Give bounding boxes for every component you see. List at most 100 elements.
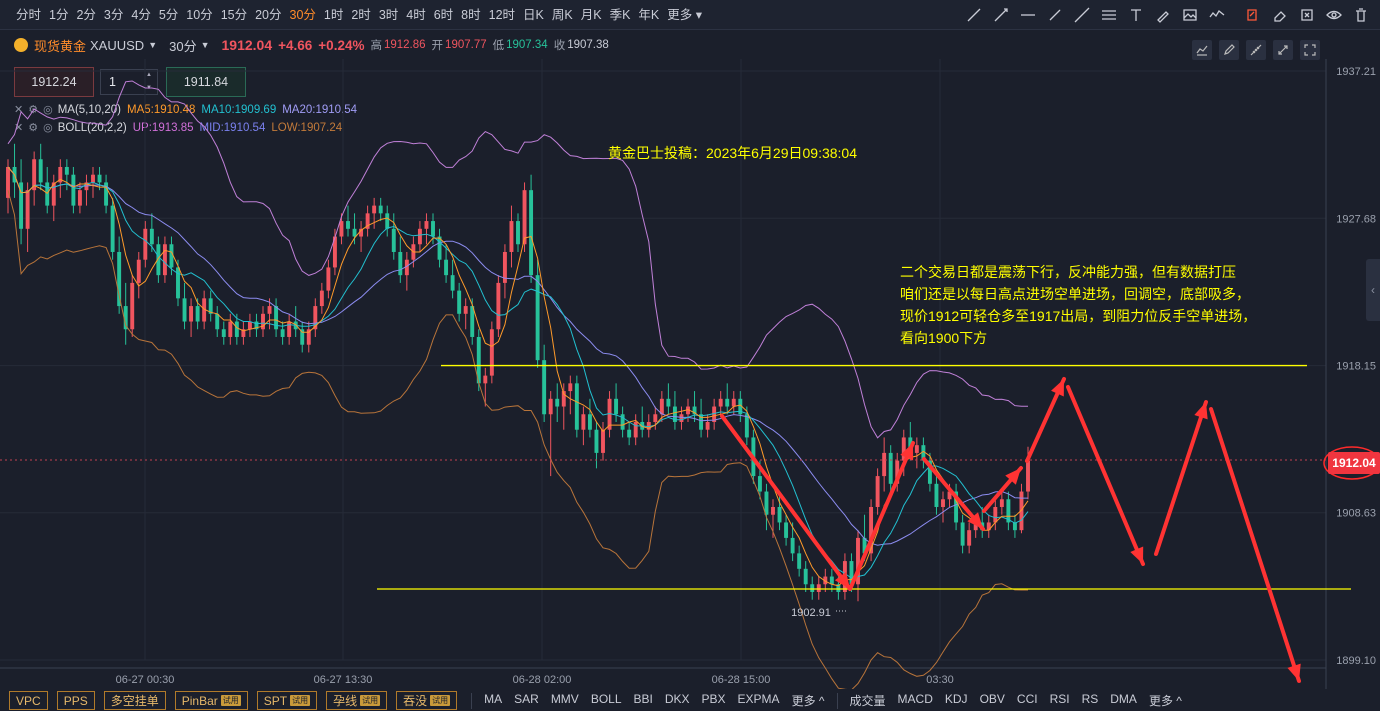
symbol-name[interactable]: 现货黄金 xyxy=(34,36,86,55)
candle-body xyxy=(934,483,939,507)
period-10[interactable]: 1时 xyxy=(320,0,347,30)
period-9[interactable]: 30分 xyxy=(286,0,320,30)
main-indicator-tab-6[interactable]: PBX xyxy=(696,692,732,709)
candle-body xyxy=(581,414,586,430)
candle-body xyxy=(130,282,135,330)
period-3[interactable]: 3分 xyxy=(100,0,127,30)
period-5[interactable]: 5分 xyxy=(155,0,182,30)
main-indicator-tab-8[interactable]: 更多 ^ xyxy=(786,692,831,709)
period-8[interactable]: 20分 xyxy=(251,0,285,30)
period-21[interactable]: 年K xyxy=(634,0,663,30)
period-16[interactable]: 12时 xyxy=(485,0,519,30)
collapse-panel-icon[interactable]: ‹ xyxy=(1366,259,1380,321)
main-indicator-tabs: MA SAR MMV BOLL BBI DKX PBX EXPMA 更多 ^ xyxy=(478,692,830,709)
sub-indicator-tab-8[interactable]: 更多 ^ xyxy=(1143,692,1188,709)
open-value: 1907.77 xyxy=(445,39,487,51)
sub-indicator-tab-5[interactable]: RSI xyxy=(1044,692,1076,709)
visibility-icon[interactable] xyxy=(1323,4,1345,26)
high-label: 高 xyxy=(370,40,382,52)
period-20[interactable]: 季K xyxy=(606,0,635,30)
chart-type-icon[interactable] xyxy=(1192,40,1212,60)
strategy-tab-0[interactable]: VPC xyxy=(9,691,48,710)
segment-icon[interactable] xyxy=(1044,4,1066,26)
period-7[interactable]: 15分 xyxy=(217,0,251,30)
eraser-icon[interactable] xyxy=(1269,4,1291,26)
strategy-tab-6[interactable]: 吞没 试用 xyxy=(396,691,458,710)
period-1[interactable]: 1分 xyxy=(45,0,72,30)
candle-body xyxy=(803,568,808,585)
period-11[interactable]: 2时 xyxy=(347,0,374,30)
edit-icon[interactable] xyxy=(1242,4,1264,26)
main-indicator-tab-0[interactable]: MA xyxy=(478,692,508,709)
candle-body xyxy=(574,383,579,430)
period-19[interactable]: 月K xyxy=(577,0,606,30)
text-icon[interactable] xyxy=(1125,4,1147,26)
horizontal-line-icon[interactable] xyxy=(1017,4,1039,26)
interval-dropdown-icon[interactable]: ▼ xyxy=(201,40,210,50)
candlestick-chart[interactable]: 1937.21 1927.68 1918.15 1908.63 1899.10 06-27… xyxy=(0,59,1380,689)
settings-icon[interactable] xyxy=(1273,40,1293,60)
sub-indicator-tab-3[interactable]: OBV xyxy=(974,692,1011,709)
candle-body xyxy=(914,445,919,453)
candle-body xyxy=(764,491,769,515)
main-indicator-tab-5[interactable]: DKX xyxy=(659,692,696,709)
delete-icon[interactable] xyxy=(1296,4,1318,26)
candle-body xyxy=(633,421,638,438)
wave-icon[interactable] xyxy=(1206,4,1228,26)
pencil-icon[interactable] xyxy=(1219,40,1239,60)
sub-indicator-tab-6[interactable]: RS xyxy=(1076,692,1105,709)
sub-indicator-tab-4[interactable]: CCI xyxy=(1011,692,1044,709)
candle-body xyxy=(816,584,821,592)
main-indicator-tab-1[interactable]: SAR xyxy=(508,692,545,709)
period-14[interactable]: 6时 xyxy=(430,0,457,30)
annotation-line: 咱们还是以每日高点进场空单进场，回调空，底部吸多， xyxy=(900,286,1250,302)
strategy-tab-4[interactable]: SPT 试用 xyxy=(256,691,318,710)
period-13[interactable]: 4时 xyxy=(402,0,429,30)
interval-selector[interactable]: 30分 xyxy=(169,36,196,55)
trend-line-icon[interactable] xyxy=(963,4,985,26)
symbol-code[interactable]: XAUUSD xyxy=(90,38,144,53)
strategy-tab-3[interactable]: PinBar 试用 xyxy=(174,691,248,710)
main-indicator-tab-4[interactable]: BBI xyxy=(628,692,659,709)
candle-body xyxy=(744,414,749,438)
fullscreen-icon[interactable] xyxy=(1300,40,1320,60)
period-0[interactable]: 分时 xyxy=(12,0,45,30)
period-2[interactable]: 2分 xyxy=(72,0,99,30)
sub-indicator-tab-1[interactable]: MACD xyxy=(892,692,939,709)
candle-body xyxy=(731,398,736,407)
candle-body xyxy=(372,205,377,214)
strategy-tabs: VPC PPS 多空挂单 PinBar 试用 SPT 试用 孕线 试用 吞没 试用 xyxy=(0,691,458,710)
trash-icon[interactable] xyxy=(1350,4,1372,26)
strategy-tab-5[interactable]: 孕线 试用 xyxy=(326,691,388,710)
sub-indicator-tab-2[interactable]: KDJ xyxy=(939,692,974,709)
candle-body xyxy=(64,166,69,175)
candle-body xyxy=(450,275,455,291)
candle-body xyxy=(280,329,285,337)
strategy-tab-1[interactable]: PPS xyxy=(56,691,95,710)
candle-body xyxy=(777,506,782,523)
highlight-icon[interactable] xyxy=(1152,4,1174,26)
period-6[interactable]: 10分 xyxy=(182,0,216,30)
sub-indicator-tab-0[interactable]: 成交量 xyxy=(844,692,892,709)
main-indicator-tab-3[interactable]: BOLL xyxy=(585,692,628,709)
image-icon[interactable] xyxy=(1179,4,1201,26)
chart-side-tools xyxy=(1185,40,1320,60)
symbol-dropdown-icon[interactable]: ▼ xyxy=(148,40,157,50)
trial-badge: 试用 xyxy=(290,695,311,706)
main-indicator-tab-7[interactable]: EXPMA xyxy=(732,692,786,709)
period-4[interactable]: 4分 xyxy=(127,0,154,30)
ruler-icon[interactable] xyxy=(1246,40,1266,60)
period-22[interactable]: 更多 ▾ xyxy=(663,0,706,30)
divider xyxy=(836,692,838,709)
strategy-tab-2[interactable]: 多空挂单 xyxy=(103,691,166,710)
period-15[interactable]: 8时 xyxy=(457,0,484,30)
candle-body xyxy=(829,576,834,585)
period-12[interactable]: 3时 xyxy=(375,0,402,30)
period-18[interactable]: 周K xyxy=(548,0,577,30)
sub-indicator-tab-7[interactable]: DMA xyxy=(1104,692,1143,709)
extended-line-icon[interactable] xyxy=(1071,4,1093,26)
period-17[interactable]: 日K xyxy=(519,0,548,30)
main-indicator-tab-2[interactable]: MMV xyxy=(545,692,585,709)
ray-icon[interactable] xyxy=(990,4,1012,26)
fibonacci-icon[interactable] xyxy=(1098,4,1120,26)
